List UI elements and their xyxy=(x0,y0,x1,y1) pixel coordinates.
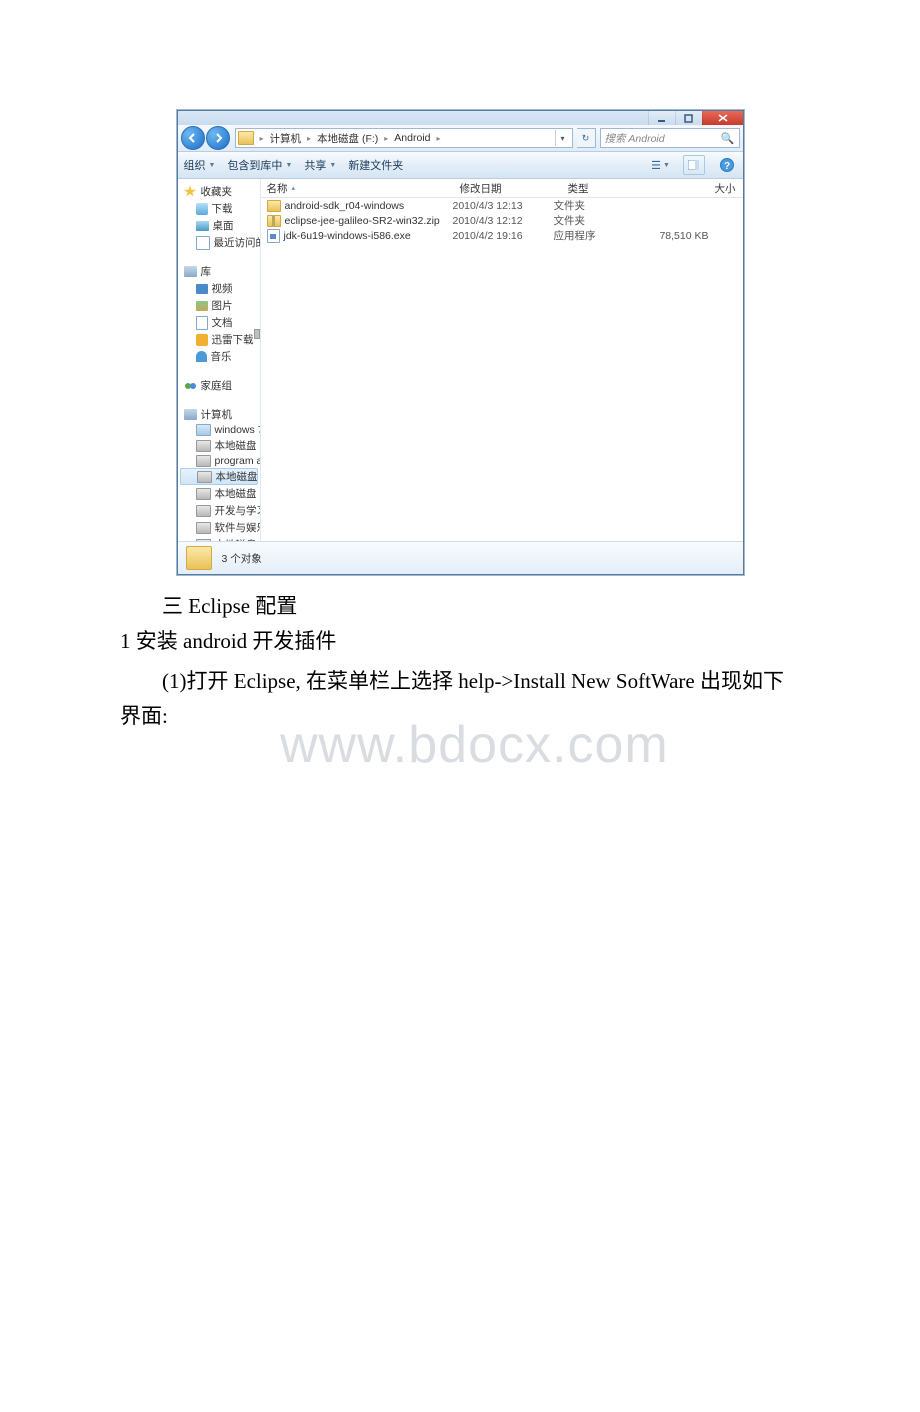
nav-recent[interactable]: 最近访问的位 xyxy=(178,234,260,251)
sort-asc-icon: ▴ xyxy=(292,184,296,192)
drive-icon xyxy=(196,488,211,500)
nav-drive-i[interactable]: 开发与学习 (I: xyxy=(178,502,260,519)
drive-icon xyxy=(196,455,211,467)
drive-icon xyxy=(197,471,212,483)
exe-icon xyxy=(267,229,280,243)
nav-drive-f[interactable]: 本地磁盘 (F:) xyxy=(180,468,258,485)
search-placeholder: 搜索 Android xyxy=(605,131,665,146)
nav-thunder[interactable]: 迅雷下载 xyxy=(178,331,260,348)
document-icon xyxy=(196,316,208,330)
paragraph: (1)打开 Eclipse, 在菜单栏上选择 help->Install New… xyxy=(120,664,800,733)
drive-icon xyxy=(196,522,211,534)
star-icon xyxy=(184,186,197,198)
window-titlebar xyxy=(178,111,743,125)
column-type[interactable]: 类型 xyxy=(562,179,650,197)
view-mode-button[interactable]: ☰▼ xyxy=(651,156,671,174)
thunder-icon xyxy=(196,334,208,346)
column-date[interactable]: 修改日期 xyxy=(454,179,562,197)
refresh-button[interactable]: ↻ xyxy=(577,128,596,148)
heading-line: 三 Eclipse 配置 xyxy=(120,589,800,624)
column-headers: 名称 ▴ 修改日期 类型 大小 xyxy=(261,179,743,198)
music-icon xyxy=(196,351,207,362)
folder-icon xyxy=(267,200,281,212)
nav-computer[interactable]: 计算机 xyxy=(178,406,260,423)
file-row[interactable]: eclipse-jee-galileo-SR2-win32.zip 2010/4… xyxy=(261,213,743,228)
picture-icon xyxy=(196,301,208,311)
nav-libraries[interactable]: 库 xyxy=(178,263,260,280)
nav-videos[interactable]: 视频 xyxy=(178,280,260,297)
column-size[interactable]: 大小 xyxy=(650,179,743,197)
explorer-window: ▸ 计算机 ▸ 本地磁盘 (F:) ▸ Android ▸ ▾ ↻ 搜索 And… xyxy=(177,110,744,575)
path-segment[interactable]: 本地磁盘 (F:) xyxy=(317,131,378,146)
subheading-line: 1 安装 android 开发插件 xyxy=(120,624,800,659)
nav-pictures[interactable]: 图片 xyxy=(178,297,260,314)
breadcrumb-path[interactable]: ▸ 计算机 ▸ 本地磁盘 (F:) ▸ Android ▸ ▾ xyxy=(235,128,573,148)
chevron-right-icon: ▸ xyxy=(307,134,311,143)
nav-music[interactable]: 音乐 xyxy=(178,348,260,365)
nav-homegroup[interactable]: 家庭组 xyxy=(178,377,260,394)
file-row[interactable]: jdk-6u19-windows-i586.exe 2010/4/2 19:16… xyxy=(261,228,743,243)
nav-downloads[interactable]: 下载 xyxy=(178,200,260,217)
nav-favorites[interactable]: 收藏夹 xyxy=(178,183,260,200)
nav-drive-g[interactable]: 本地磁盘 (G:) xyxy=(178,485,260,502)
status-text: 3 个对象 xyxy=(222,551,262,566)
drive-icon xyxy=(196,539,211,542)
organize-menu[interactable]: 组织▼ xyxy=(184,157,216,173)
nav-drive-e[interactable]: program and xyxy=(178,454,260,468)
close-button[interactable] xyxy=(702,111,743,125)
include-in-library-menu[interactable]: 包含到库中▼ xyxy=(227,157,292,173)
maximize-button[interactable] xyxy=(675,111,702,125)
folder-large-icon xyxy=(186,546,212,570)
chevron-right-icon: ▸ xyxy=(384,134,388,143)
path-segment[interactable]: 计算机 xyxy=(270,131,302,146)
nav-desktop[interactable]: 桌面 xyxy=(178,217,260,234)
nav-back-button[interactable] xyxy=(181,126,205,150)
address-bar: ▸ 计算机 ▸ 本地磁盘 (F:) ▸ Android ▸ ▾ ↻ 搜索 And… xyxy=(178,125,743,152)
recent-icon xyxy=(196,236,210,250)
nav-documents[interactable]: 文档 xyxy=(178,314,260,331)
homegroup-icon xyxy=(184,380,197,392)
file-list-pane: 名称 ▴ 修改日期 类型 大小 android-sdk_r04-windows … xyxy=(261,179,743,541)
new-folder-button[interactable]: 新建文件夹 xyxy=(348,157,403,173)
library-icon xyxy=(184,266,197,277)
zip-icon xyxy=(267,215,281,227)
share-menu[interactable]: 共享▼ xyxy=(304,157,336,173)
file-row[interactable]: android-sdk_r04-windows 2010/4/3 12:13 文… xyxy=(261,198,743,213)
nav-drive-c[interactable]: windows 7 (C xyxy=(178,423,260,437)
column-name[interactable]: 名称 ▴ xyxy=(261,179,454,197)
svg-text:?: ? xyxy=(723,161,729,172)
download-icon xyxy=(196,203,208,215)
video-icon xyxy=(196,284,208,294)
nav-drive-j[interactable]: 软件与娱乐 (J: xyxy=(178,519,260,536)
preview-pane-button[interactable] xyxy=(683,155,705,175)
drive-icon xyxy=(196,505,211,517)
computer-icon xyxy=(184,409,197,420)
status-bar: 3 个对象 xyxy=(178,541,743,574)
nav-forward-button[interactable] xyxy=(206,126,230,150)
navigation-pane: 收藏夹 下载 桌面 最近访问的位 库 视频 图片 文档 迅雷下载 音乐 xyxy=(178,179,261,541)
nav-scrollbar[interactable] xyxy=(254,329,260,339)
folder-icon xyxy=(238,131,254,145)
document-body: 三 Eclipse 配置 1 安装 android 开发插件 (1)打开 Ecl… xyxy=(120,589,800,734)
nav-drive-d[interactable]: 本地磁盘 (D:) xyxy=(178,437,260,454)
path-dropdown[interactable]: ▾ xyxy=(555,130,570,146)
chevron-right-icon: ▸ xyxy=(437,134,441,143)
chevron-right-icon: ▸ xyxy=(260,134,264,143)
search-input[interactable]: 搜索 Android 🔍 xyxy=(600,128,740,148)
explorer-toolbar: 组织▼ 包含到库中▼ 共享▼ 新建文件夹 ☰▼ ? xyxy=(178,152,743,179)
drive-icon xyxy=(196,424,211,436)
path-segment[interactable]: Android xyxy=(394,132,430,144)
drive-icon xyxy=(196,440,211,452)
nav-drive-k[interactable]: 本地磁盘 (K:) xyxy=(178,536,260,541)
help-button[interactable]: ? xyxy=(717,156,737,174)
search-icon: 🔍 xyxy=(721,132,735,145)
minimize-button[interactable] xyxy=(648,111,675,125)
desktop-icon xyxy=(196,221,209,231)
